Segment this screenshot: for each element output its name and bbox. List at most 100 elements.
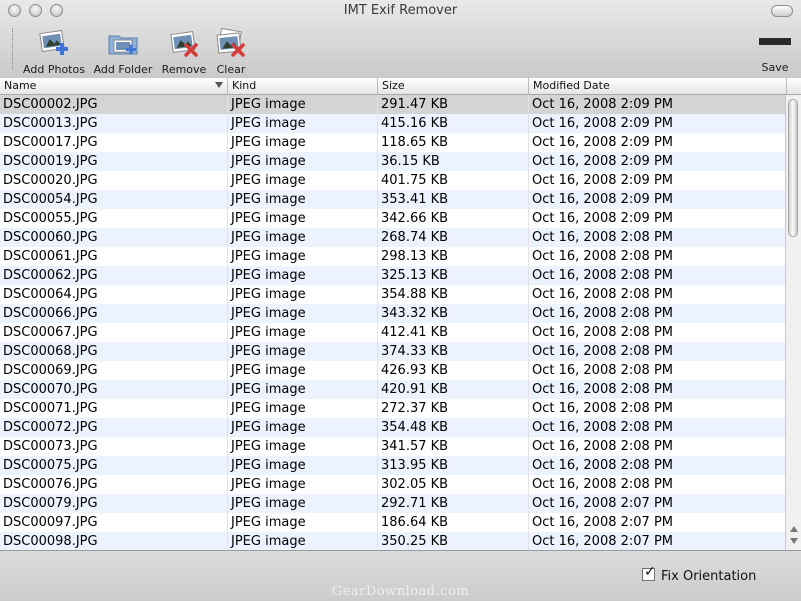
cell-kind: JPEG image — [231, 496, 306, 511]
table-row[interactable]: DSC00013.JPG JPEG image 415.16 KB Oct 16, 2… — [0, 114, 786, 133]
cell-kind: JPEG image — [231, 116, 306, 131]
table-row[interactable]: DSC00061.JPG JPEG image 298.13 KB Oct 16, 2… — [0, 247, 786, 266]
photos-clear-icon — [216, 28, 245, 57]
fix-orientation-checkbox[interactable]: ✓ — [642, 564, 656, 581]
column-header-size[interactable]: Size — [378, 78, 529, 94]
clear-label: Clear — [216, 63, 246, 76]
table-row[interactable]: DSC00066.JPG JPEG image 343.32 KB Oct 16, 2… — [0, 304, 786, 323]
table-row[interactable]: DSC00020.JPG JPEG image 401.75 KB Oct 16, 2… — [0, 171, 786, 190]
cell-size: 298.13 KB — [381, 249, 449, 264]
table-row[interactable]: DSC00002.JPG JPEG image 291.47 KB Oct 16, 2… — [0, 95, 786, 114]
cell-kind: JPEG image — [231, 173, 306, 188]
cell-kind: JPEG image — [231, 249, 306, 264]
toolbar-divider — [12, 28, 13, 70]
scroll-down-arrow-icon[interactable] — [790, 538, 798, 544]
table-row[interactable]: DSC00017.JPG JPEG image 118.65 KB Oct 16, 2… — [0, 133, 786, 152]
fix-orientation-label[interactable]: Fix Orientation — [661, 569, 756, 584]
cell-modified-date: Oct 16, 2008 2:09 PM — [532, 192, 674, 207]
cell-kind: JPEG image — [231, 325, 306, 340]
cell-name: DSC00019.JPG — [3, 154, 98, 169]
cell-size: 118.65 KB — [381, 135, 449, 150]
cell-modified-date: Oct 16, 2008 2:08 PM — [532, 268, 674, 283]
table-rows: DSC00002.JPG JPEG image 291.47 KB Oct 16, 2… — [0, 95, 786, 550]
clear-button[interactable]: Clear — [212, 28, 250, 76]
table-row[interactable]: DSC00069.JPG JPEG image 426.93 KB Oct 16, 2… — [0, 361, 786, 380]
cell-kind: JPEG image — [231, 97, 306, 112]
cell-name: DSC00071.JPG — [3, 401, 98, 416]
table-row[interactable]: DSC00071.JPG JPEG image 272.37 KB Oct 16, 2… — [0, 399, 786, 418]
cell-size: 186.64 KB — [381, 515, 449, 530]
save-label: Save — [761, 61, 789, 74]
watermark: GearDownload.com — [331, 584, 470, 599]
table-row[interactable]: DSC00079.JPG JPEG image 292.71 KB Oct 16, 2… — [0, 494, 786, 513]
cell-modified-date: Oct 16, 2008 2:08 PM — [532, 344, 674, 359]
table-row[interactable]: DSC00073.JPG JPEG image 341.57 KB Oct 16, 2… — [0, 437, 786, 456]
cell-size: 343.32 KB — [381, 306, 449, 321]
table-row[interactable]: DSC00055.JPG JPEG image 342.66 KB Oct 16, 2… — [0, 209, 786, 228]
photo-remove-icon — [170, 30, 198, 57]
cell-modified-date: Oct 16, 2008 2:08 PM — [532, 420, 674, 435]
table-row[interactable]: DSC00070.JPG JPEG image 420.91 KB Oct 16, 2… — [0, 380, 786, 399]
cell-size: 426.93 KB — [381, 363, 449, 378]
cell-modified-date: Oct 16, 2008 2:08 PM — [532, 439, 674, 454]
checkmark-icon: ✓ — [644, 564, 656, 580]
cell-modified-date: Oct 16, 2008 2:08 PM — [532, 401, 674, 416]
cell-modified-date: Oct 16, 2008 2:08 PM — [532, 249, 674, 264]
cell-name: DSC00062.JPG — [3, 268, 98, 283]
toolbar-toggle-button[interactable] — [771, 5, 793, 17]
cell-kind: JPEG image — [231, 211, 306, 226]
table-row[interactable]: DSC00067.JPG JPEG image 412.41 KB Oct 16, 2… — [0, 323, 786, 342]
window-title: IMT Exif Remover — [343, 3, 458, 18]
cell-kind: JPEG image — [231, 458, 306, 473]
remove-label: Remove — [161, 63, 207, 76]
remove-button[interactable]: Remove — [160, 28, 208, 76]
cell-size: 415.16 KB — [381, 116, 449, 131]
table-row[interactable]: DSC00054.JPG JPEG image 353.41 KB Oct 16, 2… — [0, 190, 786, 209]
photo-plus-icon — [39, 29, 68, 55]
add-folder-button[interactable]: Add Folder — [92, 28, 154, 76]
table-row[interactable]: DSC00068.JPG JPEG image 374.33 KB Oct 16, 2… — [0, 342, 786, 361]
cell-modified-date: Oct 16, 2008 2:09 PM — [532, 173, 674, 188]
cell-name: DSC00017.JPG — [3, 135, 98, 150]
cell-modified-date: Oct 16, 2008 2:08 PM — [532, 382, 674, 397]
cell-kind: JPEG image — [231, 439, 306, 454]
table-row[interactable]: DSC00097.JPG JPEG image 186.64 KB Oct 16, 2… — [0, 513, 786, 532]
cell-kind: JPEG image — [231, 230, 306, 245]
table-row[interactable]: DSC00064.JPG JPEG image 354.88 KB Oct 16, 2… — [0, 285, 786, 304]
cell-kind: JPEG image — [231, 192, 306, 207]
cell-name: DSC00020.JPG — [3, 173, 98, 188]
table-row[interactable]: DSC00075.JPG JPEG image 313.95 KB Oct 16, 2… — [0, 456, 786, 475]
cell-size: 272.37 KB — [381, 401, 449, 416]
cell-kind: JPEG image — [231, 420, 306, 435]
cell-modified-date: Oct 16, 2008 2:07 PM — [532, 534, 674, 549]
column-divider — [227, 95, 228, 550]
cell-size: 354.88 KB — [381, 287, 449, 302]
table-row[interactable]: DSC00076.JPG JPEG image 302.05 KB Oct 16, 2… — [0, 475, 786, 494]
cell-modified-date: Oct 16, 2008 2:09 PM — [532, 154, 674, 169]
file-table[interactable]: Name Kind Size Modified Date DSC00002.JP… — [0, 78, 801, 550]
add-photos-label: Add Photos — [23, 63, 85, 76]
column-header-kind[interactable]: Kind — [228, 78, 378, 94]
add-photos-button[interactable]: Add Photos — [22, 28, 86, 76]
table-row[interactable]: DSC00060.JPG JPEG image 268.74 KB Oct 16, 2… — [0, 228, 786, 247]
cell-size: 341.57 KB — [381, 439, 449, 454]
scroll-up-arrow-icon[interactable] — [790, 526, 798, 532]
cell-kind: JPEG image — [231, 268, 306, 283]
cell-name: DSC00072.JPG — [3, 420, 98, 435]
cell-size: 374.33 KB — [381, 344, 449, 359]
table-row[interactable]: DSC00098.JPG JPEG image 350.25 KB Oct 16, 2… — [0, 532, 786, 550]
cell-name: DSC00054.JPG — [3, 192, 98, 207]
scrollbar-thumb[interactable] — [788, 99, 798, 237]
save-button[interactable]: Save — [759, 38, 791, 74]
table-row[interactable]: DSC00072.JPG JPEG image 354.48 KB Oct 16, 2… — [0, 418, 786, 437]
cell-kind: JPEG image — [231, 287, 306, 302]
cell-modified-date: Oct 16, 2008 2:08 PM — [532, 477, 674, 492]
table-row[interactable]: DSC00019.JPG JPEG image 36.15 KB Oct 16, 20… — [0, 152, 786, 171]
column-header-name[interactable]: Name — [0, 78, 228, 94]
cell-kind: JPEG image — [231, 534, 306, 549]
vertical-scrollbar[interactable] — [785, 95, 801, 550]
cell-kind: JPEG image — [231, 363, 306, 378]
table-row[interactable]: DSC00062.JPG JPEG image 325.13 KB Oct 16, 2… — [0, 266, 786, 285]
column-header-modified-date[interactable]: Modified Date — [529, 78, 787, 94]
add-folder-label: Add Folder — [93, 63, 153, 76]
